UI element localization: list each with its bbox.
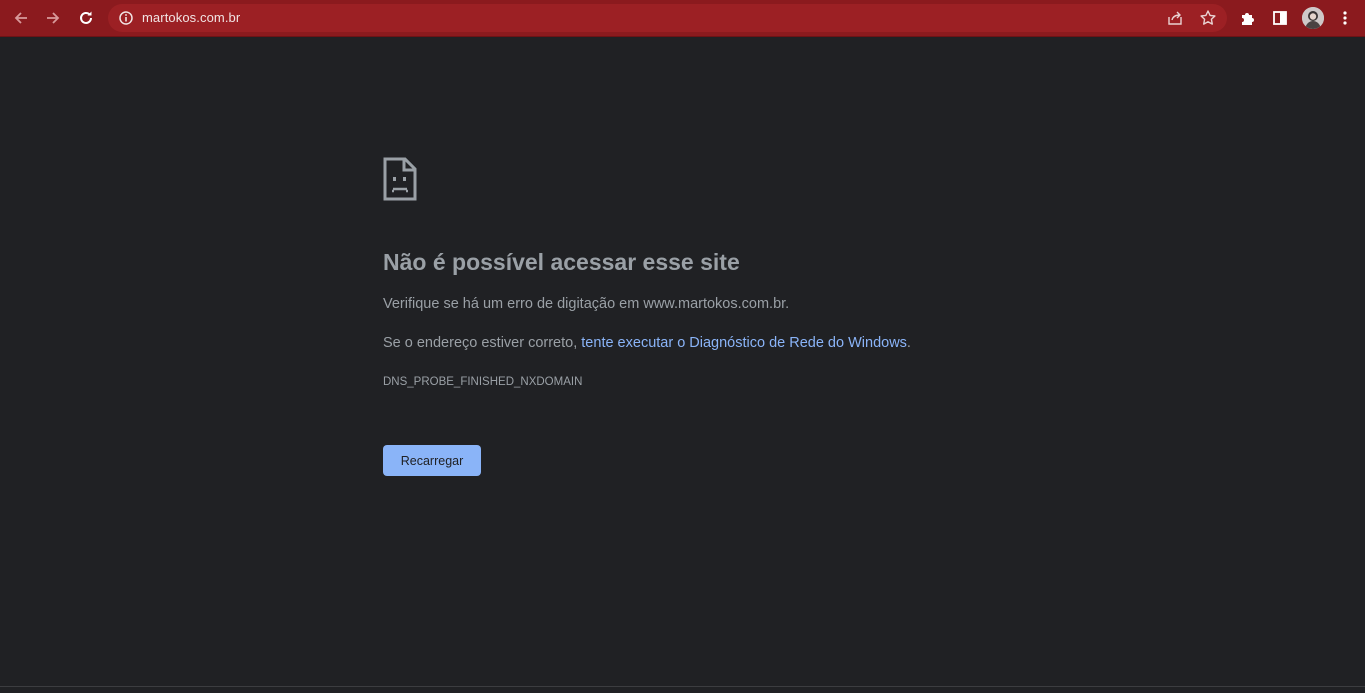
arrow-right-icon — [47, 12, 60, 24]
reload-button[interactable] — [74, 6, 98, 30]
windows-diagnostics-link[interactable]: tente executar o Diagnóstico de Rede do … — [581, 335, 907, 351]
avatar-icon — [1302, 7, 1324, 29]
typo-suggestion: Verifique se há um erro de digitação em … — [383, 296, 790, 312]
browser-toolbar: martokos.com.br — [0, 0, 1365, 37]
info-icon[interactable] — [118, 10, 134, 26]
address-bar[interactable]: martokos.com.br — [108, 4, 1227, 32]
reload-icon — [80, 11, 92, 24]
error-heading: Não é possível acessar esse site — [383, 249, 740, 275]
forward-button[interactable] — [41, 6, 65, 30]
puzzle-icon — [1242, 13, 1254, 25]
side-panel-button[interactable] — [1268, 6, 1292, 30]
diagnostics-suggestion: Se o endereço estiver correto, tente exe… — [383, 335, 911, 351]
star-icon[interactable] — [1199, 9, 1217, 27]
back-button[interactable] — [9, 6, 33, 30]
profile-avatar[interactable] — [1302, 7, 1324, 29]
diagnostics-prefix: Se o endereço estiver correto, — [383, 335, 582, 351]
arrow-left-icon — [14, 12, 27, 24]
bottom-divider — [0, 686, 1365, 687]
error-code: DNS_PROBE_FINISHED_NXDOMAIN — [383, 376, 583, 388]
sad-document-icon — [383, 157, 417, 201]
diagnostics-suffix: . — [906, 335, 911, 351]
menu-button[interactable] — [1333, 6, 1357, 30]
reload-page-button[interactable]: Recarregar — [383, 445, 481, 476]
side-panel-icon — [1273, 11, 1287, 25]
kebab-menu-icon — [1343, 11, 1347, 25]
extensions-button[interactable] — [1236, 6, 1260, 30]
share-icon[interactable] — [1166, 9, 1184, 27]
url-text[interactable]: martokos.com.br — [142, 10, 240, 25]
